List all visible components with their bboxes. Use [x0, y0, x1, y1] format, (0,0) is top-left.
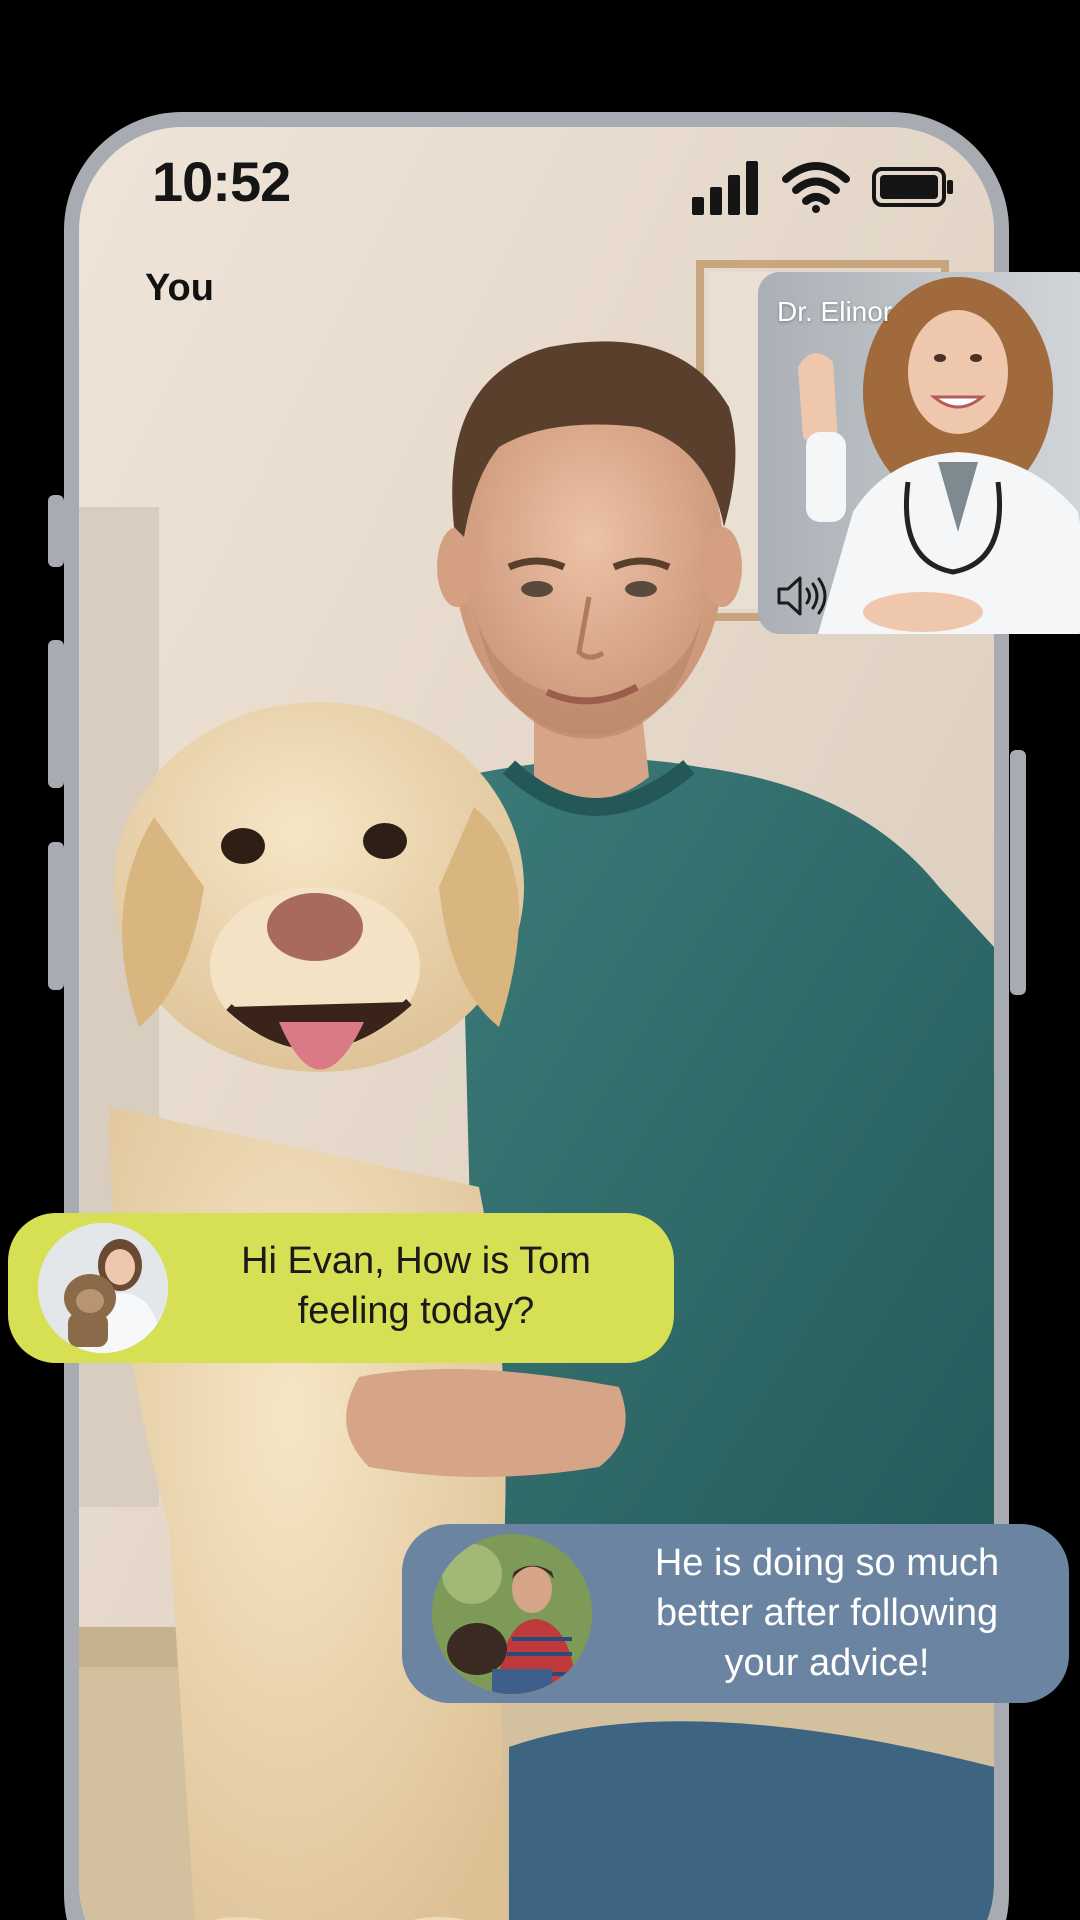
message-line: better after following — [655, 1592, 999, 1634]
message-line: your advice! — [724, 1642, 930, 1684]
status-time: 10:52 — [152, 150, 291, 213]
message-line: He is doing so much — [654, 1542, 1000, 1584]
message-line: feeling today? — [297, 1290, 535, 1332]
video-call-screen: 10:52 You Dr. Elinor Hi Evan, How is Tom… — [0, 0, 1080, 1920]
message-text: He is doing so much better after followi… — [607, 1538, 1047, 1688]
wifi-icon — [782, 162, 850, 213]
remote-participant-name: Dr. Elinor — [777, 296, 893, 327]
message-text: Hi Evan, How is Tom feeling today? — [186, 1236, 646, 1336]
owner-avatar — [432, 1534, 592, 1694]
cellular-signal-icon — [692, 161, 758, 215]
chat-message-outgoing[interactable]: He is doing so much better after followi… — [402, 1524, 1069, 1703]
doctor-avatar — [38, 1223, 168, 1353]
side-button-power — [1010, 750, 1026, 995]
remote-video-tile[interactable]: Dr. Elinor — [758, 272, 1080, 634]
local-video-label: You — [145, 267, 214, 309]
side-button-volume-down — [48, 842, 64, 990]
side-button-mute — [48, 495, 64, 567]
side-button-volume-up — [48, 640, 64, 788]
speaker-icon[interactable] — [776, 574, 828, 618]
battery-icon — [872, 167, 953, 207]
status-icons — [692, 157, 954, 217]
message-line: Hi Evan, How is Tom — [241, 1240, 591, 1282]
chat-message-incoming[interactable]: Hi Evan, How is Tom feeling today? — [8, 1213, 674, 1363]
